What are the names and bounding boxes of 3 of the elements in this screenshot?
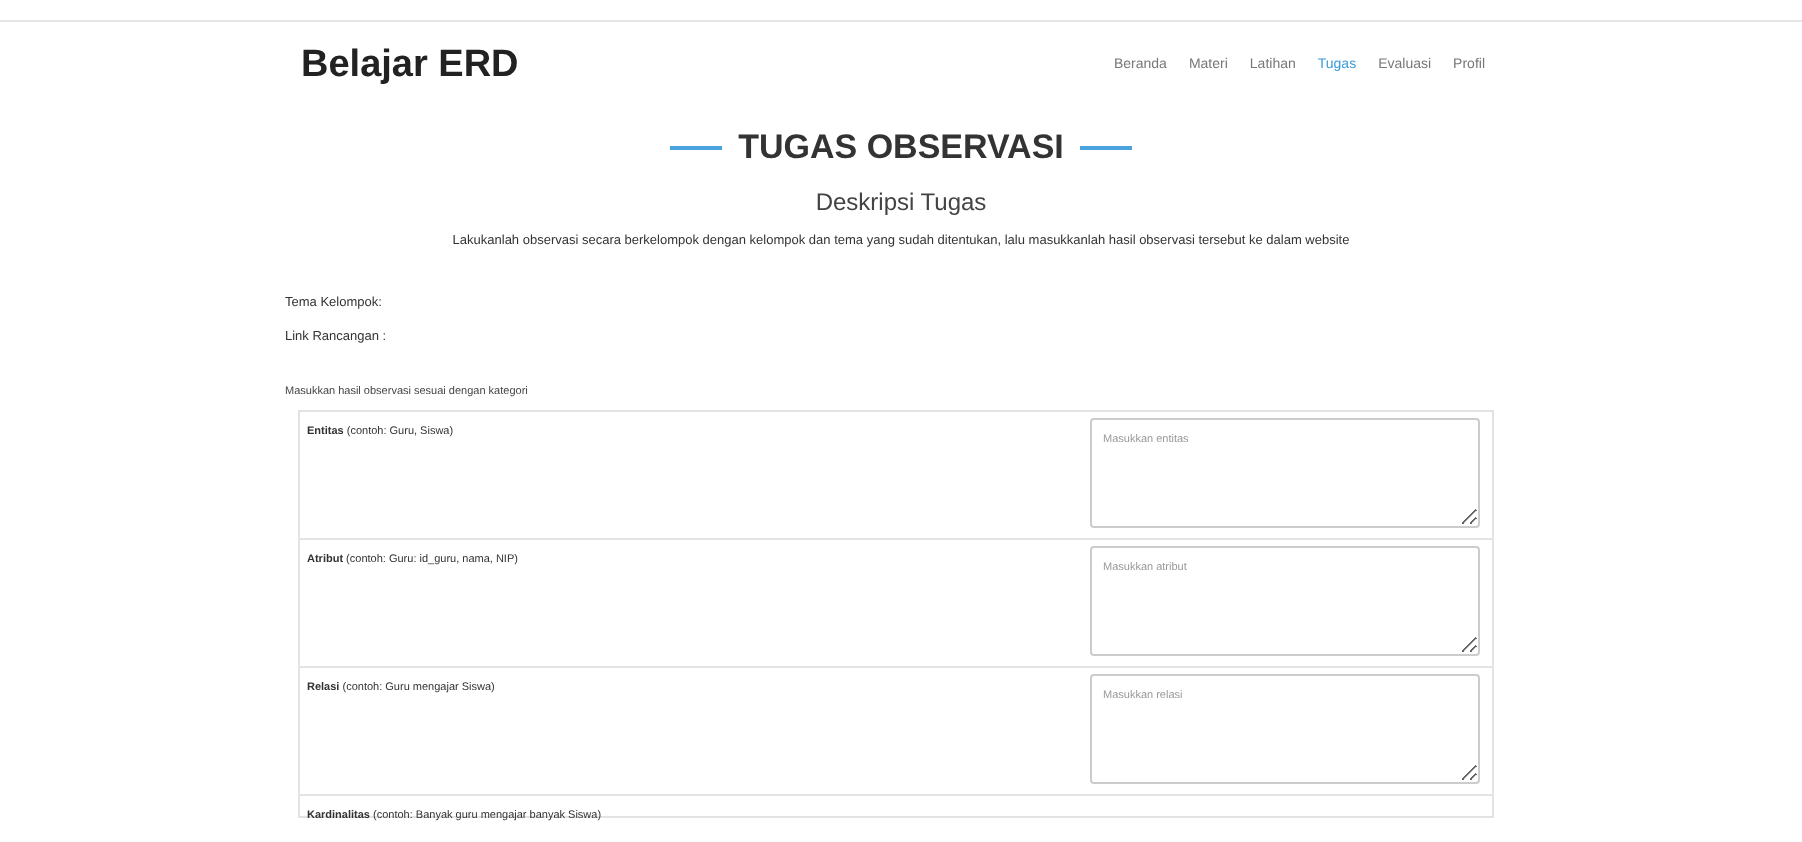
section-heading: Deskripsi Tugas <box>813 185 989 219</box>
site-title[interactable]: Belajar ERD <box>301 37 519 95</box>
page-heading: TUGAS OBSERVASI <box>738 126 1064 170</box>
